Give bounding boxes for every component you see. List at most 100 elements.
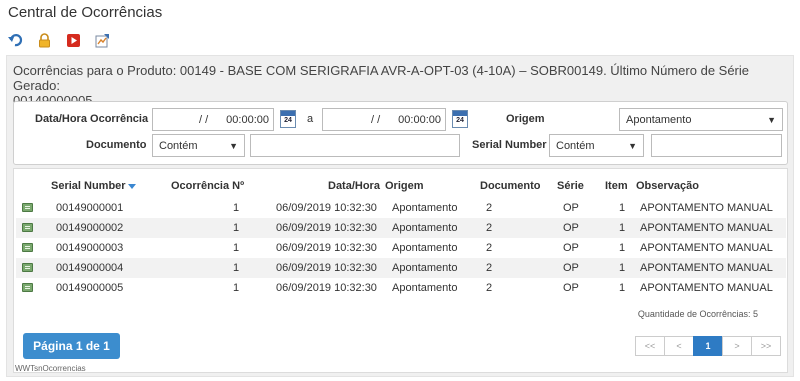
prev-page-button[interactable]: <	[664, 336, 694, 356]
record-icon[interactable]	[22, 243, 33, 252]
cell-origem: Apontamento	[392, 222, 458, 234]
chevron-down-icon: ▼	[229, 140, 238, 151]
column-header-origem[interactable]: Origem	[385, 180, 424, 192]
cell-datahora: 06/09/2019 10:32:30	[276, 202, 377, 214]
cell-origem: Apontamento	[392, 282, 458, 294]
cell-datahora: 06/09/2019 10:32:30	[276, 262, 377, 274]
play-icon[interactable]	[66, 33, 81, 48]
cell-serial: 00149000002	[56, 222, 124, 234]
record-icon[interactable]	[22, 203, 33, 212]
column-header-datahora[interactable]: Data/Hora	[328, 180, 380, 192]
footer-object-name: WWTsnOcorrencias	[15, 364, 86, 373]
cell-serial: 00149000001	[56, 202, 124, 214]
occurrence-count: Quantidade de Ocorrências: 5	[637, 309, 758, 319]
chevron-down-icon: ▼	[628, 140, 637, 151]
cell-documento: 2	[486, 202, 493, 214]
time-from-value: 00:00:00	[226, 113, 269, 126]
cell-observacao: APONTAMENTO MANUAL	[640, 202, 773, 214]
cell-serial: 00149000004	[56, 262, 124, 274]
documento-input[interactable]	[250, 134, 460, 157]
table-row[interactable]: 00149000002 1 06/09/2019 10:32:30 Aponta…	[16, 218, 786, 238]
report-icon[interactable]	[95, 33, 110, 48]
column-header-documento[interactable]: Documento	[480, 180, 541, 192]
cell-observacao: APONTAMENTO MANUAL	[640, 242, 773, 254]
next-page-button[interactable]: >	[722, 336, 752, 356]
lock-icon[interactable]	[37, 32, 52, 48]
record-icon[interactable]	[22, 263, 33, 272]
chevron-down-icon: ▼	[767, 114, 776, 125]
cell-documento: 2	[486, 282, 493, 294]
date-to-field[interactable]: / / 00:00:00	[322, 108, 446, 131]
date-from-field[interactable]: / / 00:00:00	[152, 108, 274, 131]
cell-ocorrencia: 1	[233, 282, 240, 294]
calendar-day-text: 24	[284, 117, 292, 124]
cell-serial: 00149000003	[56, 242, 124, 254]
serial-operator-select[interactable]: Contém ▼	[549, 134, 644, 157]
cell-serie: OP	[563, 242, 579, 254]
table-row[interactable]: 00149000001 1 06/09/2019 10:32:30 Aponta…	[16, 198, 786, 218]
column-header-serial[interactable]: Serial Number	[51, 180, 136, 192]
cell-item: 1	[619, 242, 626, 254]
record-icon[interactable]	[22, 283, 33, 292]
origem-select-value: Apontamento	[626, 113, 692, 126]
cell-item: 1	[619, 222, 626, 234]
origem-select[interactable]: Apontamento ▼	[619, 108, 783, 131]
serial-number-input[interactable]	[651, 134, 782, 157]
cell-observacao: APONTAMENTO MANUAL	[640, 282, 773, 294]
current-page-button[interactable]: 1	[693, 336, 723, 356]
cell-serial: 00149000005	[56, 282, 124, 294]
cell-datahora: 06/09/2019 10:32:30	[276, 282, 377, 294]
cell-datahora: 06/09/2019 10:32:30	[276, 222, 377, 234]
product-header-line1: Ocorrências para o Produto: 00149 - BASE…	[13, 63, 750, 93]
page-indicator-label: Página 1 de 1	[33, 339, 110, 353]
first-page-button[interactable]: <<	[635, 336, 665, 356]
cell-item: 1	[619, 202, 626, 214]
column-header-item[interactable]: Item	[605, 180, 628, 192]
calendar-day-text: 24	[456, 117, 464, 124]
time-to-value: 00:00:00	[398, 113, 441, 126]
toolbar	[8, 32, 110, 48]
cell-observacao: APONTAMENTO MANUAL	[640, 262, 773, 274]
serial-operator-value: Contém	[556, 139, 595, 152]
column-header-observacao[interactable]: Observação	[636, 180, 699, 192]
cell-origem: Apontamento	[392, 242, 458, 254]
cell-origem: Apontamento	[392, 202, 458, 214]
table-row[interactable]: 00149000005 1 06/09/2019 10:32:30 Aponta…	[16, 278, 786, 298]
cell-documento: 2	[486, 262, 493, 274]
undo-icon[interactable]	[8, 33, 23, 48]
sort-desc-icon	[127, 183, 136, 189]
between-label: a	[307, 113, 314, 125]
cell-origem: Apontamento	[392, 262, 458, 274]
calendar-icon[interactable]: 24	[280, 110, 296, 128]
record-icon[interactable]	[22, 223, 33, 232]
cell-ocorrencia: 1	[233, 242, 240, 254]
column-header-ocorrencia[interactable]: Ocorrência Nº	[171, 180, 244, 192]
cell-item: 1	[619, 262, 626, 274]
cell-observacao: APONTAMENTO MANUAL	[640, 222, 773, 234]
cell-ocorrencia: 1	[233, 202, 240, 214]
cell-serie: OP	[563, 282, 579, 294]
datetime-label: Data/Hora Ocorrência	[35, 113, 149, 125]
pagination: << < 1 > >>	[635, 336, 781, 356]
calendar-icon[interactable]: 24	[452, 110, 468, 128]
column-header-serie[interactable]: Série	[557, 180, 584, 192]
cell-item: 1	[619, 282, 626, 294]
cell-ocorrencia: 1	[233, 222, 240, 234]
cell-documento: 2	[486, 242, 493, 254]
cell-ocorrencia: 1	[233, 262, 240, 274]
page-title: Central de Ocorrências	[8, 4, 163, 21]
documento-operator-value: Contém	[159, 139, 198, 152]
cell-datahora: 06/09/2019 10:32:30	[276, 242, 377, 254]
serial-number-label: Serial Number	[472, 139, 547, 151]
last-page-button[interactable]: >>	[751, 336, 781, 356]
table-row[interactable]: 00149000004 1 06/09/2019 10:32:30 Aponta…	[16, 258, 786, 278]
cell-documento: 2	[486, 222, 493, 234]
origem-label: Origem	[506, 113, 545, 125]
cell-serie: OP	[563, 222, 579, 234]
table-row[interactable]: 00149000003 1 06/09/2019 10:32:30 Aponta…	[16, 238, 786, 258]
filter-box: Data/Hora Ocorrência / / 00:00:00 24 a /…	[13, 101, 788, 165]
documento-label: Documento	[86, 139, 147, 151]
documento-operator-select[interactable]: Contém ▼	[152, 134, 245, 157]
page-indicator-button[interactable]: Página 1 de 1	[23, 333, 120, 359]
date-to-value: / /	[371, 113, 381, 126]
